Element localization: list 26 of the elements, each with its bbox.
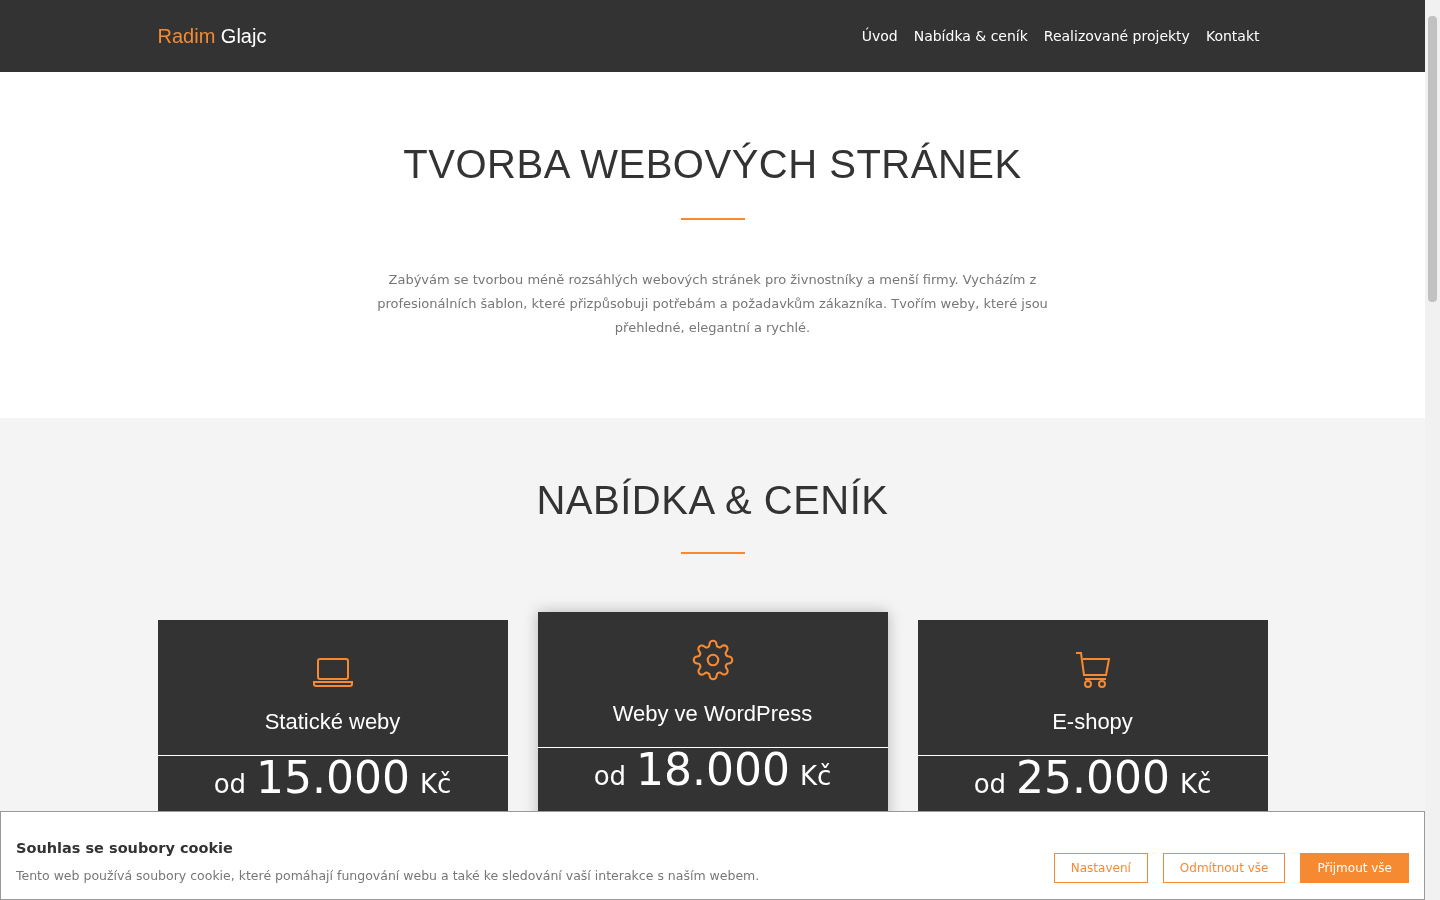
nav-link[interactable]: Úvod <box>861 28 898 44</box>
card-title: E-shopy <box>1052 709 1133 735</box>
price-amount: 15.000 <box>256 756 410 800</box>
intro-paragraph: Zabývám se tvorbou méně rozsáhlých webových stránek pro živnostníky a menší firmy. Vycházím z profesionálních šablon, které přizpůsobuji potřebám a požadavkům zákazníka. Tvořím weby, které jsou přehledné, elegantní a rychlé. <box>376 271 1049 337</box>
cookie-title: Souhlas se soubory cookie <box>16 840 234 856</box>
section-heading: NABÍDKA & CENÍK <box>536 478 889 522</box>
price-prefix: od <box>213 771 247 797</box>
price-prefix: od <box>593 763 627 789</box>
price-amount: 18.000 <box>636 748 790 792</box>
nav-link[interactable]: Nabídka & ceník <box>913 28 1028 44</box>
scrollbar[interactable] <box>1425 0 1440 900</box>
nav-link[interactable]: Kontakt <box>1205 28 1260 44</box>
price-currency: Kč <box>1180 771 1212 797</box>
cookie-text: Tento web používá soubory cookie, které pomáhají fungování webu a také ke sledování vaší interakce s naším webem. <box>16 868 760 883</box>
price-amount: 25.000 <box>1016 756 1170 800</box>
brand-link[interactable]: Radim Glajc <box>157 24 267 48</box>
nav-link[interactable]: Realizované projekty <box>1043 28 1190 44</box>
price-currency: Kč <box>420 771 452 797</box>
gear-icon <box>691 639 734 681</box>
card-title: Weby ve WordPress <box>612 701 813 727</box>
laptop-icon <box>311 657 354 689</box>
section-heading: TVORBA WEBOVÝCH STRÁNEK <box>403 142 1022 186</box>
cart-icon <box>1074 651 1111 689</box>
price-currency: Kč <box>800 763 832 789</box>
price-prefix: od <box>973 771 1007 797</box>
card-title: Statické weby <box>264 709 401 735</box>
